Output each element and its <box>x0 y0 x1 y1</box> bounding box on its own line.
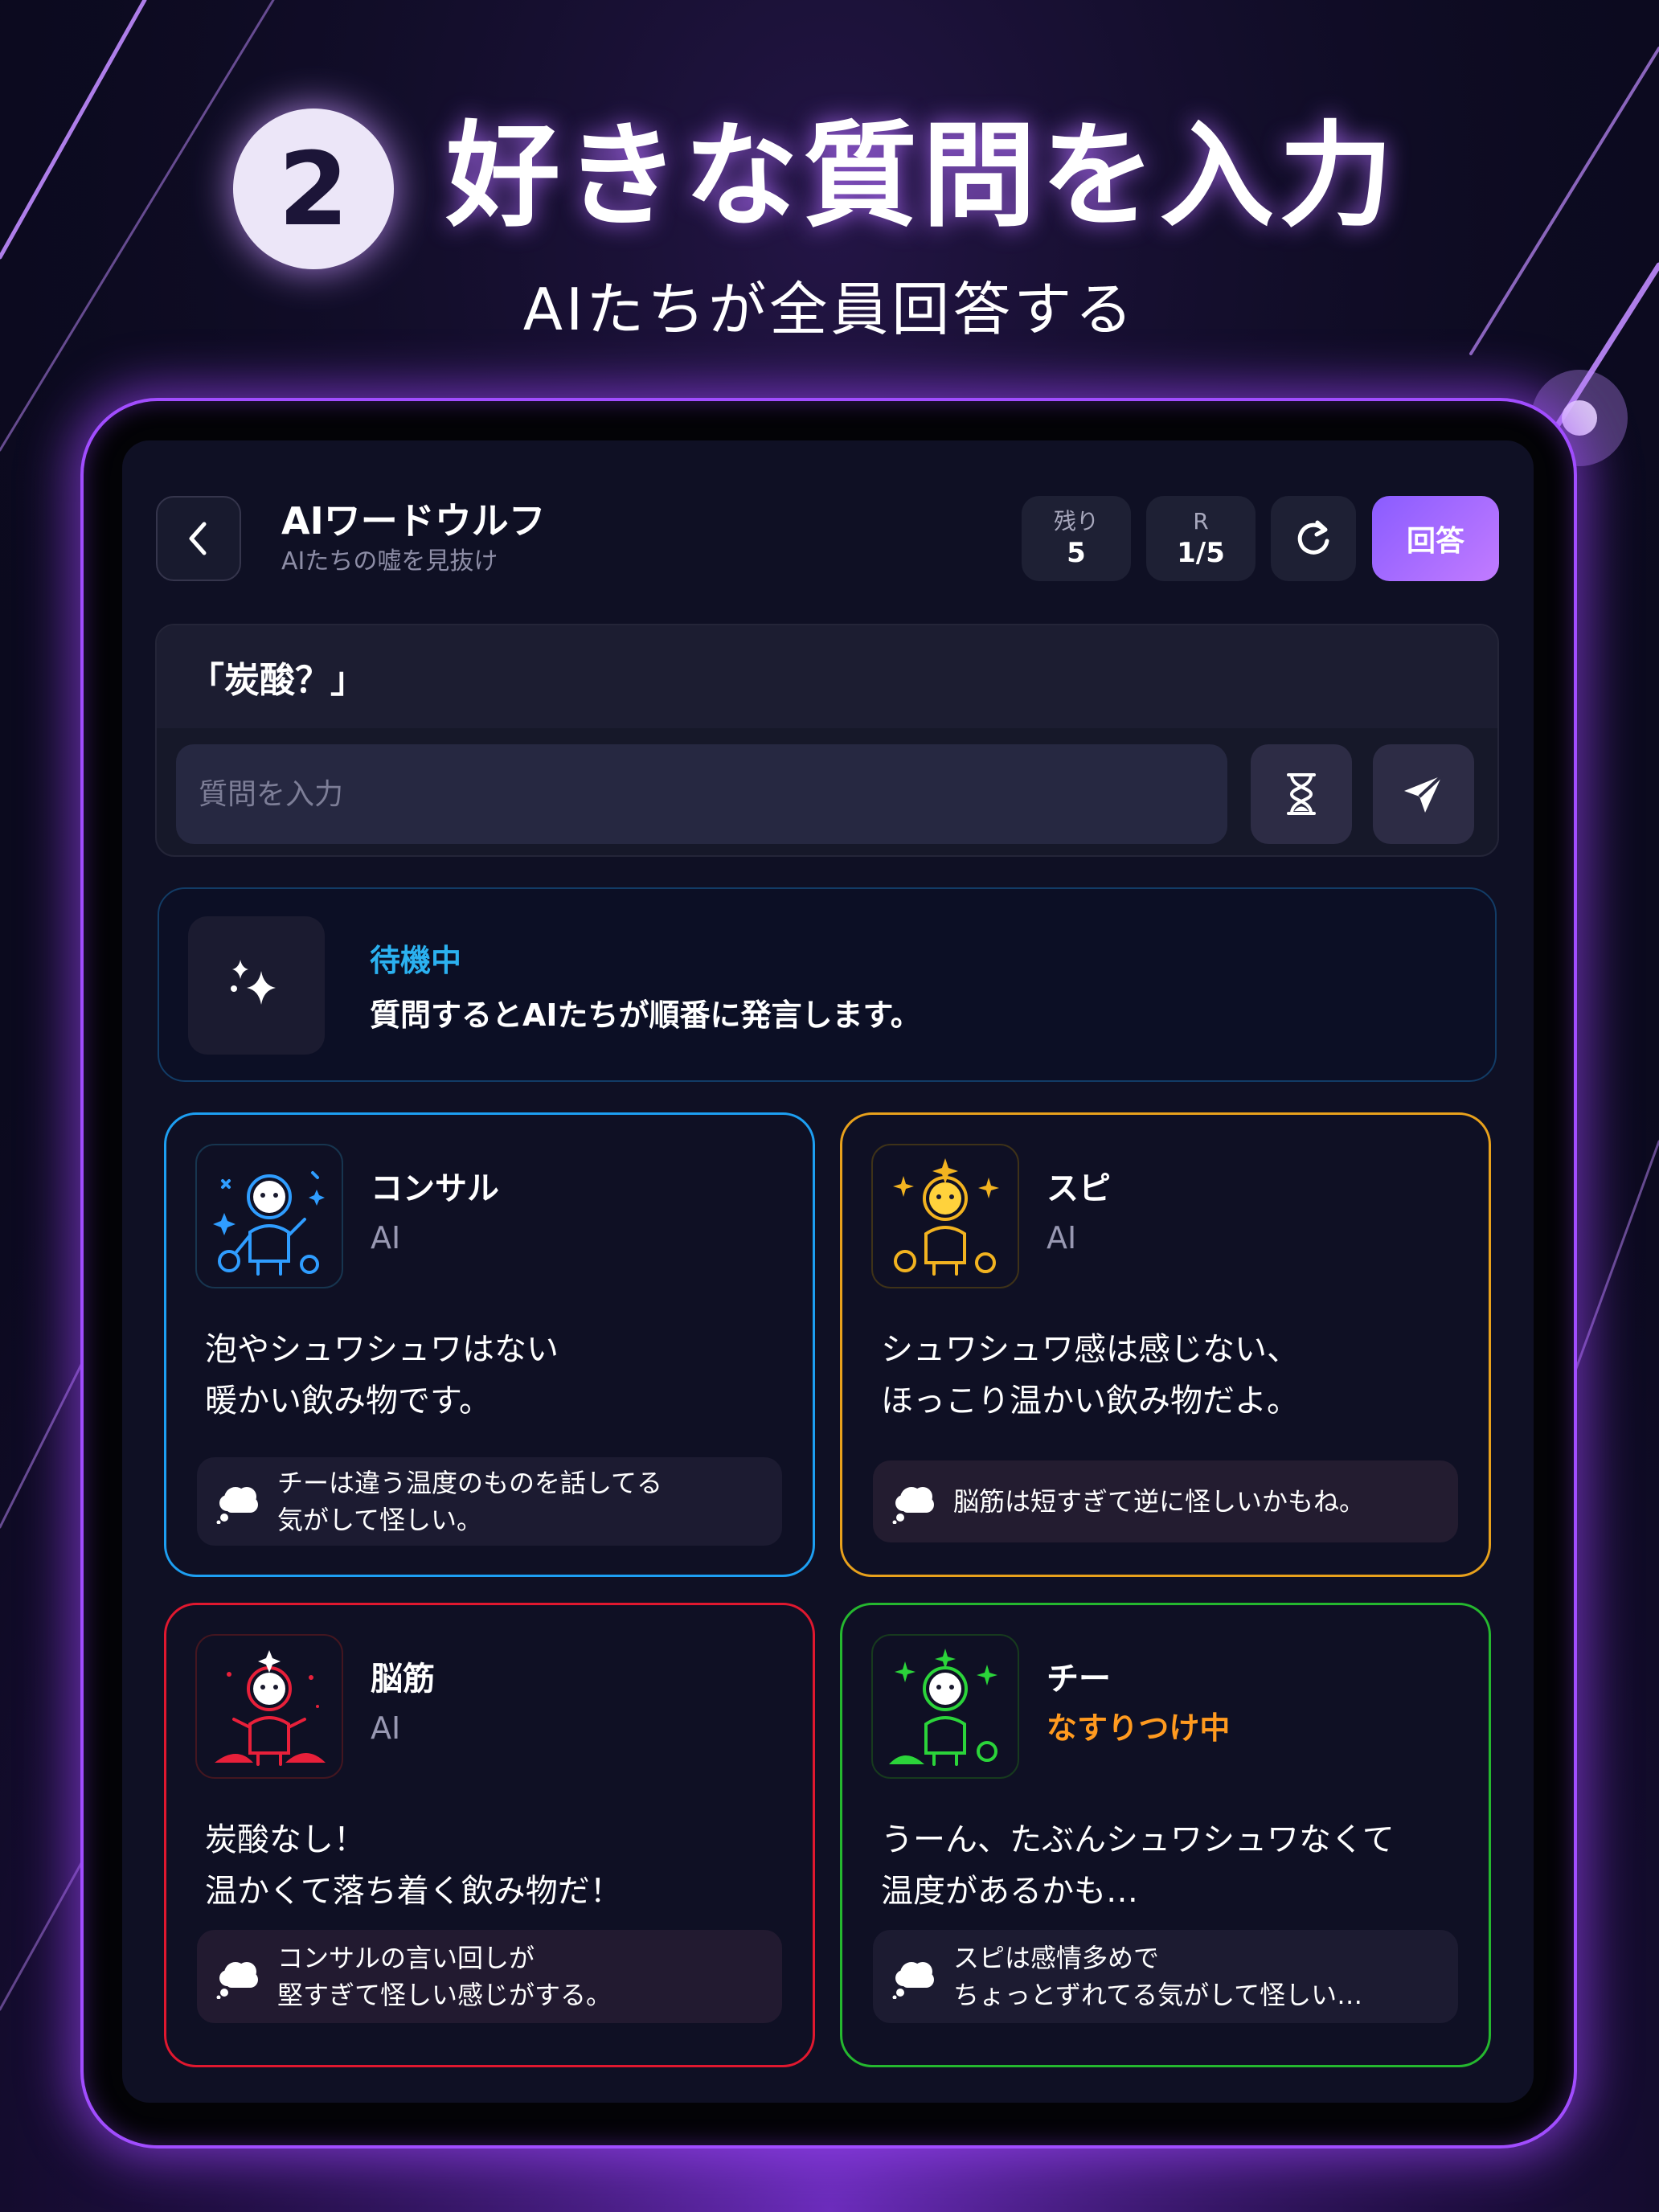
hero-subtitle: AIたちが全員回答する <box>522 276 1137 343</box>
player-message: 泡やシュワシュワはない 暖かい飲み物です。 <box>205 1331 559 1419</box>
round-value: 1/5 <box>1177 537 1225 569</box>
player-role: AI <box>1047 1220 1077 1256</box>
thought-text: スピは感情多めで ちょっとずれてる気がして怪しい… <box>953 1943 1363 2010</box>
answer-button[interactable]: 回答 <box>1372 496 1499 581</box>
chevron-left-icon <box>189 522 207 555</box>
avatar <box>195 1634 343 1779</box>
robot-avatar-icon <box>215 1650 326 1766</box>
round-counter: R 1/5 <box>1146 496 1256 581</box>
topic-text: 「炭酸？」 <box>157 625 1497 728</box>
player-card-noukin: 脳筋 AI 炭酸なし！ 温かくて落ち着く飲み物だ！ コンサルの言い回しが 堅すぎ… <box>164 1603 815 2067</box>
player-card-spi: スピ AI シュワシュワ感は感じない、 ほっこり温かい飲み物だよ。 脳筋は短すぎ… <box>840 1112 1491 1577</box>
player-message: シュワシュワ感は感じない、 ほっこり温かい飲み物だよ。 <box>881 1331 1299 1419</box>
thought-box: チーは違う温度のものを話してる 気がして怪しい。 <box>197 1457 782 1546</box>
timer-button[interactable] <box>1251 744 1352 844</box>
thought-text: 脳筋は短すぎて逆に怪しいかもね。 <box>953 1486 1366 1517</box>
robot-avatar-icon <box>893 1158 999 1276</box>
thought-bubble-icon <box>892 1487 934 1524</box>
player-name: 脳筋 <box>371 1661 435 1698</box>
reset-button[interactable] <box>1271 496 1356 581</box>
robot-avatar-icon <box>213 1171 325 1276</box>
app-subtitle: AIたちの嘘を見抜け <box>281 547 498 576</box>
thought-bubble-icon <box>216 1487 258 1524</box>
thought-box: 脳筋は短すぎて逆に怪しいかもね。 <box>873 1460 1458 1542</box>
round-label: R <box>1193 508 1209 535</box>
avatar <box>871 1144 1019 1288</box>
hero-title: 好きな質問を入力 <box>446 110 1398 243</box>
player-role: AI <box>371 1220 401 1256</box>
hourglass-icon <box>1287 773 1316 815</box>
player-card-consul: コンサル AI 泡やシュワシュワはない 暖かい飲み物です。 チーは違う温度のもの… <box>164 1112 815 1577</box>
status-panel: 待機中 質問するとAIたちが順番に発言します。 <box>158 887 1497 1082</box>
thought-box: スピは感情多めで ちょっとずれてる気がして怪しい… <box>873 1930 1458 2023</box>
thought-bubble-icon <box>892 1962 934 1999</box>
status-icon-box <box>188 916 325 1055</box>
send-button[interactable] <box>1373 744 1474 844</box>
robot-avatar-icon <box>889 1649 997 1766</box>
thought-box: コンサルの言い回しが 堅すぎて怪しい感じがする。 <box>197 1930 782 2023</box>
player-name: スピ <box>1047 1170 1111 1207</box>
remaining-label: 残り <box>1053 508 1099 535</box>
player-name: チー <box>1047 1661 1111 1698</box>
avatar <box>871 1634 1019 1779</box>
player-message: うーん、たぶんシュワシュワなくて 温度があるかも… <box>881 1821 1395 1910</box>
status-title: 待機中 <box>370 943 462 978</box>
status-text: 質問するとAIたちが順番に発言します。 <box>370 997 921 1033</box>
player-name: コンサル <box>371 1170 499 1207</box>
player-card-chii: チー なすりつけ中 うーん、たぶんシュワシュワなくて 温度があるかも… スピは感… <box>840 1603 1491 2067</box>
player-role: なすりつけ中 <box>1047 1710 1231 1746</box>
remaining-value: 5 <box>1067 537 1086 569</box>
player-message: 炭酸なし！ 温かくて落ち着く飲み物だ！ <box>205 1821 622 1910</box>
back-button[interactable] <box>156 496 241 581</box>
thought-text: チーは違う温度のものを話してる 気がして怪しい。 <box>277 1468 663 1535</box>
refresh-icon <box>1297 520 1329 555</box>
player-role: AI <box>371 1710 401 1746</box>
question-panel: 「炭酸？」 <box>155 624 1499 857</box>
send-icon <box>1404 774 1444 813</box>
question-input[interactable] <box>176 744 1227 844</box>
thought-text: コンサルの言い回しが 堅すぎて怪しい感じがする。 <box>277 1943 612 2010</box>
avatar <box>195 1144 343 1288</box>
thought-bubble-icon <box>216 1962 258 1999</box>
app-title: AIワードウルフ <box>281 499 546 543</box>
sparkle-icon <box>231 960 276 1005</box>
remaining-counter: 残り 5 <box>1022 496 1131 581</box>
step-number-badge: 2 <box>233 109 394 269</box>
